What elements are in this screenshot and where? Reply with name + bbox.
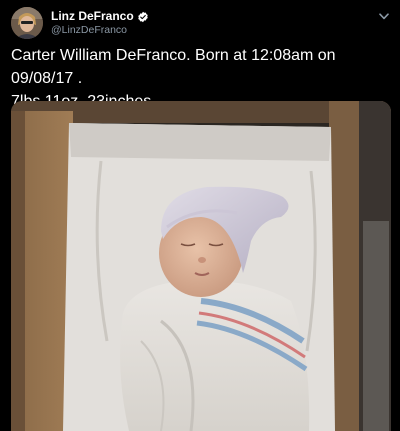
- avatar[interactable]: [11, 7, 43, 39]
- author-name-row: Linz DeFranco: [51, 9, 149, 23]
- tweet-menu-button[interactable]: [376, 8, 392, 24]
- display-name[interactable]: Linz DeFranco: [51, 9, 134, 23]
- profile-photo: [11, 7, 43, 39]
- tweet: Linz DeFranco @LinzDeFranco Carter Willi…: [0, 0, 400, 431]
- verified-badge-icon: [137, 10, 149, 23]
- tweet-photo[interactable]: [11, 101, 391, 431]
- chevron-down-icon: [379, 12, 389, 19]
- newborn-baby-photo: [11, 101, 391, 431]
- handle[interactable]: @LinzDeFranco: [51, 24, 127, 36]
